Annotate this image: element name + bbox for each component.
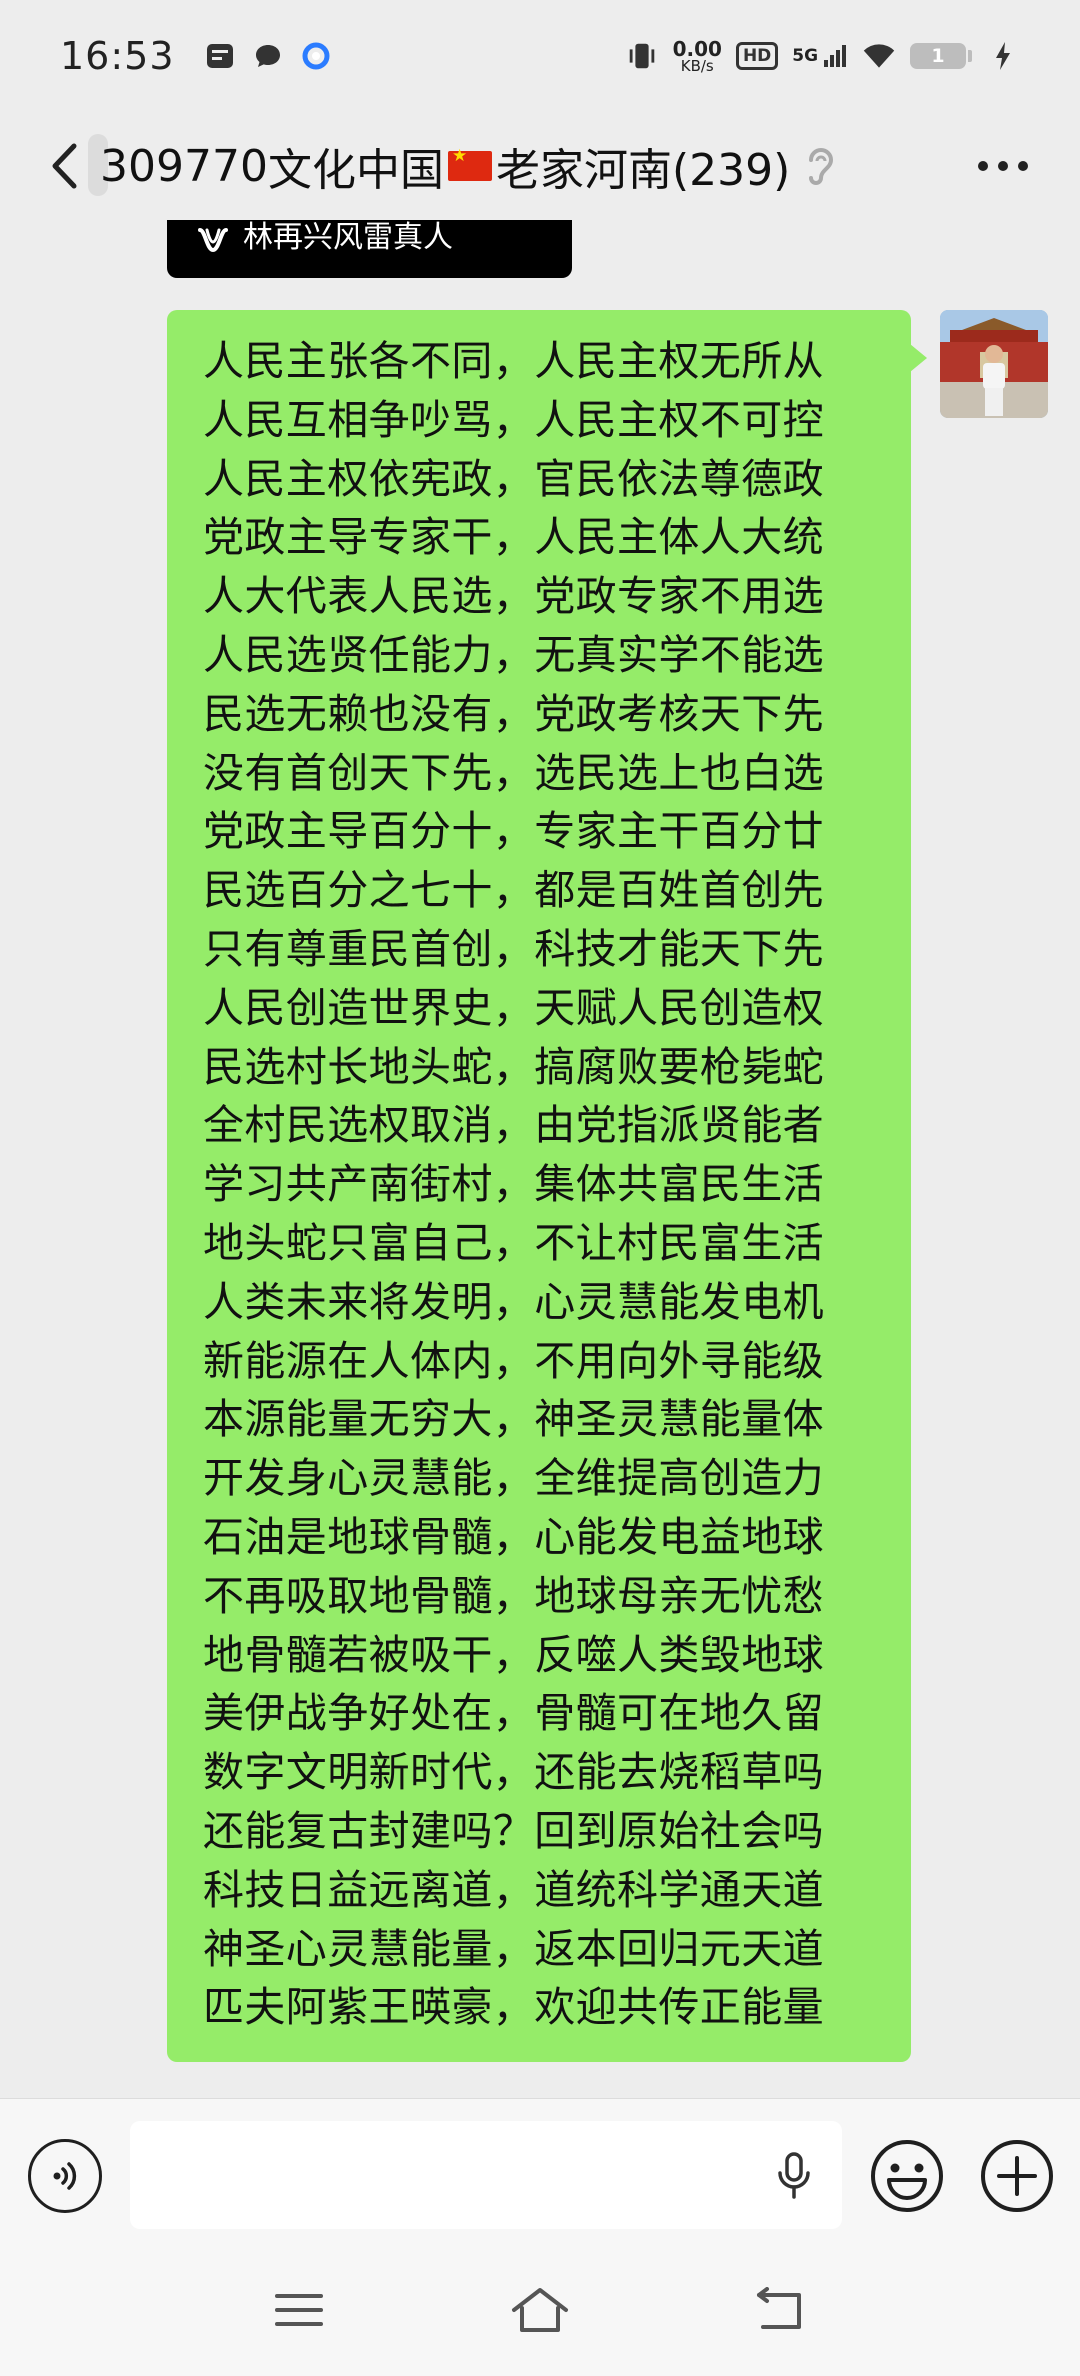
voice-input-button[interactable] <box>28 2139 102 2213</box>
home-icon <box>512 2288 568 2332</box>
chevron-left-icon <box>52 143 77 189</box>
message-line: 民选百分之七十，都是百姓首创先 <box>203 866 824 915</box>
message-line: 民选无赖也没有，党政考核天下先 <box>203 689 824 738</box>
menu-button[interactable] <box>264 2278 334 2342</box>
battery-icon: 1 <box>910 43 972 69</box>
message-line: 人类未来将发明，心灵慧能发电机 <box>203 1277 824 1326</box>
home-button[interactable] <box>505 2278 575 2342</box>
network-speed-value: 0.00 <box>672 36 722 61</box>
message-line: 人民主张各不同，人民主权无所从 <box>203 337 824 385</box>
notification-app-icon <box>203 39 237 73</box>
earpiece-mode-icon <box>800 142 840 190</box>
avatar[interactable] <box>940 310 1048 418</box>
message-line: 人大代表人民选，党政专家不用选 <box>203 572 824 621</box>
return-icon <box>757 2287 801 2329</box>
chat-title-part2: 老家河南(239) <box>495 145 791 196</box>
status-time: 16:53 <box>60 34 175 78</box>
chat-title: 309770 文化中国 老家河南(239) <box>100 136 791 197</box>
cellular-signal-icon: 5G <box>792 45 848 67</box>
message-line: 还能复古封建吗？回到原始社会吗 <box>203 1806 824 1855</box>
message-line: 新能源在人体内，不用向外寻能级 <box>203 1336 824 1385</box>
status-left-icons <box>203 39 333 73</box>
china-flag-icon <box>447 148 492 181</box>
message-line: 地头蛇只富自己，不让村民富生活 <box>203 1218 824 1267</box>
message-line: 数字文明新时代，还能去烧稻草吗 <box>203 1748 824 1797</box>
more-options-button[interactable] <box>968 138 1038 194</box>
message-line: 神圣心灵慧能量，返本回归元天道 <box>203 1924 824 1973</box>
chat-title-bar: 309770 文化中国 老家河南(239) <box>0 112 1080 220</box>
smiley-icon <box>871 2140 943 2212</box>
message-bubble[interactable]: 人民主张各不同，人民主权无所从 人民互相争吵骂，人民主权不可控 人民主权依宪政，… <box>167 310 927 2062</box>
vibrate-icon <box>625 39 659 73</box>
message-line: 党政主导专家干，人民主体人大统 <box>203 513 824 562</box>
message-line: 人民主权依宪政，官民依法尊德政 <box>203 454 824 503</box>
group-id: 309770 <box>100 140 268 192</box>
system-navigation-bar <box>0 2250 1080 2376</box>
message-line: 人民互相争吵骂，人民主权不可控 <box>203 395 824 444</box>
message-input[interactable] <box>130 2121 842 2229</box>
message-line: 人民创造世界史，天赋人民创造权 <box>203 983 824 1032</box>
message-line: 没有首创天下先，选民选上也白选 <box>203 748 824 797</box>
network-type-label: 5G <box>792 46 819 66</box>
message-line: 民选村长地头蛇，搞腐败要枪毙蛇 <box>203 1042 824 1091</box>
battery-level: 1 <box>910 43 966 69</box>
microphone-icon[interactable] <box>770 2151 818 2201</box>
back-button[interactable] <box>36 136 92 196</box>
status-bar: 16:53 0.00 KB/s HD 5G 1 <box>0 0 1080 112</box>
previous-card-text: 林再兴风雷真人 <box>243 220 453 255</box>
charging-bolt-icon <box>986 39 1020 73</box>
add-attachment-button[interactable] <box>978 2137 1056 2215</box>
chat-title-part1: 文化中国 <box>267 145 444 196</box>
message-line: 党政主导百分十，专家主干百分廿 <box>203 807 824 856</box>
message-line: 学习共产南街村，集体共富民生活 <box>203 1160 824 1209</box>
message-bubble-icon <box>251 39 285 73</box>
hd-badge: HD <box>735 42 779 70</box>
status-right-icons: 0.00 KB/s HD 5G 1 <box>625 39 1020 74</box>
input-bar <box>0 2098 1080 2250</box>
network-speed-unit: KB/s <box>680 56 714 75</box>
voice-wave-icon <box>53 2162 77 2190</box>
back-nav-button[interactable] <box>745 2278 815 2342</box>
message-line: 本源能量无穷大，神圣灵慧能量体 <box>203 1395 824 1444</box>
network-speed: 0.00 KB/s <box>673 39 722 74</box>
message-line: 石油是地球骨髓，心能发电益地球 <box>203 1512 824 1561</box>
message-line: 开发身心灵慧能，全维提高创造力 <box>203 1454 824 1503</box>
wifi-icon <box>862 39 896 73</box>
previous-channel-card[interactable]: 林再兴风雷真人 <box>167 220 572 278</box>
message-line: 只有尊重民首创，科技才能天下先 <box>203 924 824 973</box>
message-line: 不再吸取地骨髓，地球母亲无忧愁 <box>203 1571 824 1620</box>
channels-logo-icon <box>197 224 229 256</box>
message-line: 全村民选权取消，由党指派贤能者 <box>203 1101 824 1150</box>
message-line: 匹夫阿紫王暎豪，欢迎共传正能量 <box>203 1983 824 2032</box>
message-line: 人民选贤任能力，无真实学不能选 <box>203 630 824 679</box>
menu-icon <box>275 2294 323 2326</box>
plus-circle-icon <box>981 2140 1053 2212</box>
emoji-button[interactable] <box>868 2137 946 2215</box>
browser-app-icon <box>299 39 333 73</box>
chat-area[interactable]: 林再兴风雷真人 人民主张各不同，人民主权无所从 人民互相争吵骂，人民主权不可控 … <box>0 220 1080 2098</box>
message-line: 美伊战争好处在，骨髓可在地久留 <box>203 1689 824 1738</box>
message-line: 地骨髓若被吸干，反噬人类毁地球 <box>203 1630 824 1679</box>
message-line: 科技日益远离道，道统科学通天道 <box>203 1865 824 1914</box>
